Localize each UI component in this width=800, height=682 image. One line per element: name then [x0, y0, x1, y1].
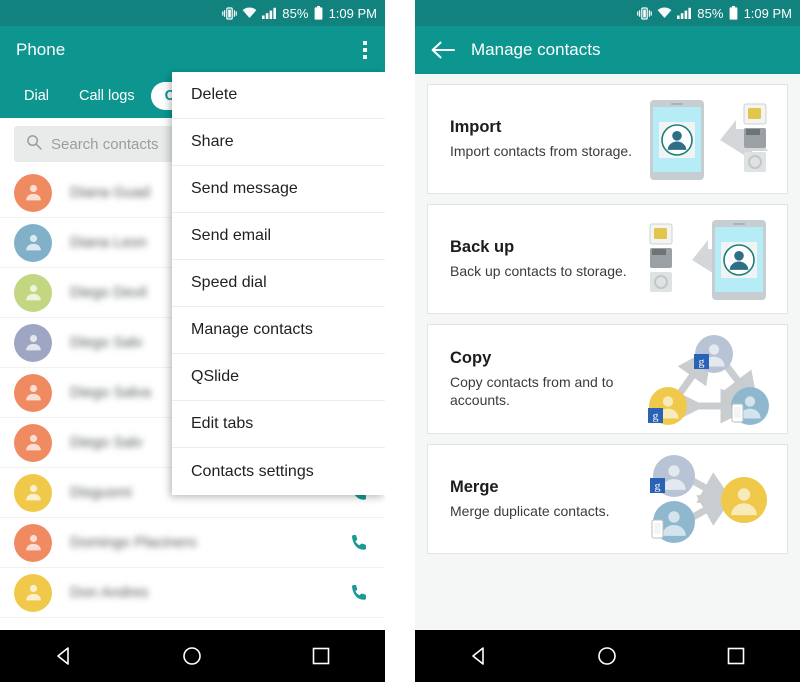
- card-copy[interactable]: Copy Copy contacts from and to accounts. g…: [427, 324, 788, 434]
- right-phone-panel: 85% 1:09 PM Manage contacts Import Import…: [415, 0, 800, 682]
- card-description: Back up contacts to storage.: [450, 262, 627, 279]
- card-text: Import Import contacts from storage.: [450, 118, 643, 161]
- recents-button[interactable]: [725, 645, 747, 667]
- contact-row[interactable]: Domingo Placinero: [0, 518, 385, 568]
- avatar: [14, 473, 52, 512]
- avatar: [14, 223, 52, 262]
- page-title: Phone: [16, 40, 66, 59]
- battery-percent-label: 85%: [697, 5, 724, 21]
- menu-item-send-message[interactable]: Send message: [172, 166, 385, 213]
- search-placeholder: Search contacts: [51, 135, 159, 153]
- card-description: Merge duplicate contacts.: [450, 502, 610, 519]
- avatar: [14, 573, 52, 612]
- card-text: Back up Back up contacts to storage.: [450, 238, 643, 281]
- card-text: Merge Merge duplicate contacts.: [450, 478, 643, 521]
- card-description: Import contacts from storage.: [450, 142, 633, 159]
- page-title: Manage contacts: [471, 40, 601, 59]
- signal-icon: [677, 7, 692, 19]
- menu-item-share[interactable]: Share: [172, 119, 385, 166]
- card-merge[interactable]: Merge Merge duplicate contacts. g: [427, 444, 788, 554]
- clock-label: 1:09 PM: [328, 5, 377, 21]
- vibrate-icon: [222, 6, 238, 20]
- status-bar-right: 85% 1:09 PM: [415, 0, 800, 26]
- home-button[interactable]: [596, 645, 618, 667]
- svg-text:g: g: [653, 409, 659, 423]
- card-back-up[interactable]: Back up Back up contacts to storage.: [427, 204, 788, 314]
- avatar: [14, 523, 52, 562]
- merge-illustration: g: [643, 449, 773, 549]
- tab-dial[interactable]: Dial: [10, 82, 63, 110]
- svg-text:g: g: [655, 479, 661, 493]
- wifi-icon: [657, 7, 672, 19]
- back-button[interactable]: [53, 645, 75, 667]
- nav-gap: [385, 630, 415, 682]
- card-title: Merge: [450, 477, 499, 496]
- back-arrow-icon[interactable]: [431, 38, 455, 62]
- contact-name: Don Andres: [70, 584, 149, 601]
- avatar: [14, 423, 52, 462]
- card-title: Import: [450, 117, 502, 136]
- manage-contacts-cards: Import Import contacts from storage. Back …: [415, 74, 800, 682]
- contact-row[interactable]: Don Andres: [0, 568, 385, 618]
- left-phone-panel: 85% 1:09 PM Phone Dial Call logs Contact…: [0, 0, 385, 682]
- home-button[interactable]: [181, 645, 203, 667]
- menu-item-speed-dial[interactable]: Speed dial: [172, 260, 385, 307]
- copy-illustration: gg: [643, 329, 773, 429]
- overflow-popup-menu: Delete Share Send message Send email Speed d…: [172, 72, 385, 495]
- search-icon: [26, 134, 42, 155]
- avatar: [14, 173, 52, 212]
- navigation-bar-left: [0, 630, 385, 682]
- call-icon[interactable]: [345, 582, 375, 604]
- clock-label: 1:09 PM: [743, 5, 792, 21]
- wifi-icon: [242, 7, 257, 19]
- vibrate-icon: [637, 6, 653, 20]
- avatar: [14, 323, 52, 362]
- panel-gap: [385, 0, 415, 682]
- recents-button[interactable]: [310, 645, 332, 667]
- avatar: [14, 273, 52, 312]
- back-button[interactable]: [468, 645, 490, 667]
- overflow-menu-icon[interactable]: [363, 41, 367, 59]
- left-app-bar: Phone: [0, 26, 385, 74]
- right-app-bar: Manage contacts: [415, 26, 800, 74]
- card-import[interactable]: Import Import contacts from storage.: [427, 84, 788, 194]
- card-title: Copy: [450, 348, 492, 367]
- battery-icon: [314, 6, 323, 20]
- svg-text:g: g: [699, 355, 705, 369]
- backup-illustration: [643, 209, 773, 309]
- call-icon[interactable]: [345, 532, 375, 554]
- avatar: [14, 373, 52, 412]
- tab-call-logs[interactable]: Call logs: [65, 82, 149, 110]
- menu-item-send-email[interactable]: Send email: [172, 213, 385, 260]
- import-illustration: [643, 89, 773, 189]
- menu-item-delete[interactable]: Delete: [172, 72, 385, 119]
- battery-percent-label: 85%: [282, 5, 309, 21]
- status-bar-left: 85% 1:09 PM: [0, 0, 385, 26]
- screenshot-root: 85% 1:09 PM Phone Dial Call logs Contact…: [0, 0, 800, 682]
- card-text: Copy Copy contacts from and to accounts.: [450, 349, 643, 410]
- navigation-bar-right: [415, 630, 800, 682]
- menu-item-edit-tabs[interactable]: Edit tabs: [172, 401, 385, 448]
- menu-item-manage-contacts[interactable]: Manage contacts: [172, 307, 385, 354]
- contact-name: Domingo Placinero: [70, 534, 197, 551]
- battery-icon: [729, 6, 738, 20]
- signal-icon: [262, 7, 277, 19]
- menu-item-qslide[interactable]: QSlide: [172, 354, 385, 401]
- card-title: Back up: [450, 237, 515, 256]
- card-description: Copy contacts from and to accounts.: [450, 373, 614, 408]
- menu-item-contacts-settings[interactable]: Contacts settings: [172, 448, 385, 495]
